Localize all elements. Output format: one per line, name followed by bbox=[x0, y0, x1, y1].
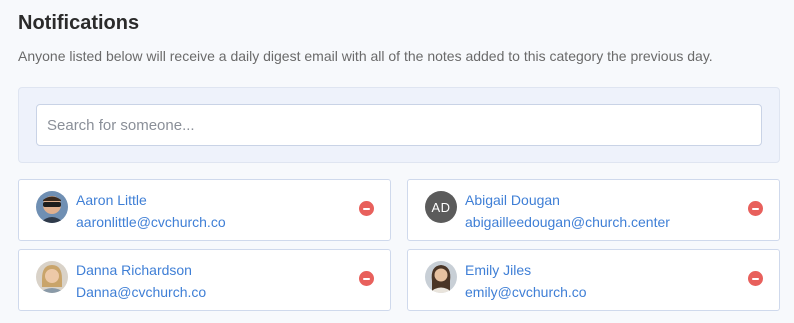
section-description: Anyone listed below will receive a daily… bbox=[18, 48, 713, 64]
recipient-name[interactable]: Aaron Little bbox=[76, 192, 147, 208]
search-input[interactable] bbox=[36, 104, 762, 146]
avatar-initials: AD bbox=[431, 199, 451, 215]
avatar-photo-icon bbox=[36, 191, 68, 223]
search-panel bbox=[18, 87, 780, 163]
recipient-name[interactable]: Danna Richardson bbox=[76, 262, 192, 278]
avatar bbox=[36, 261, 68, 293]
avatar-photo-icon bbox=[425, 261, 457, 293]
avatar: AD bbox=[425, 191, 457, 223]
avatar-photo-icon bbox=[36, 261, 68, 293]
recipient-name[interactable]: Emily Jiles bbox=[465, 262, 531, 278]
recipient-email[interactable]: Danna@cvchurch.co bbox=[76, 284, 206, 300]
recipient-card: Danna Richardson Danna@cvchurch.co bbox=[18, 249, 391, 311]
notifications-section: Notifications Anyone listed below will r… bbox=[0, 0, 794, 323]
recipient-card: Aaron Little aaronlittle@cvchurch.co bbox=[18, 179, 391, 241]
avatar bbox=[36, 191, 68, 223]
recipient-email[interactable]: emily@cvchurch.co bbox=[465, 284, 587, 300]
recipient-email[interactable]: abigailleedougan@church.center bbox=[465, 214, 670, 230]
recipient-card: Emily Jiles emily@cvchurch.co bbox=[407, 249, 780, 311]
recipient-name[interactable]: Abigail Dougan bbox=[465, 192, 560, 208]
avatar bbox=[425, 261, 457, 293]
minus-circle-icon[interactable] bbox=[359, 201, 374, 216]
recipient-email[interactable]: aaronlittle@cvchurch.co bbox=[76, 214, 226, 230]
minus-circle-icon[interactable] bbox=[359, 271, 374, 286]
recipient-card: AD Abigail Dougan abigailleedougan@churc… bbox=[407, 179, 780, 241]
minus-circle-icon[interactable] bbox=[748, 201, 763, 216]
minus-circle-icon[interactable] bbox=[748, 271, 763, 286]
section-title: Notifications bbox=[18, 12, 140, 34]
